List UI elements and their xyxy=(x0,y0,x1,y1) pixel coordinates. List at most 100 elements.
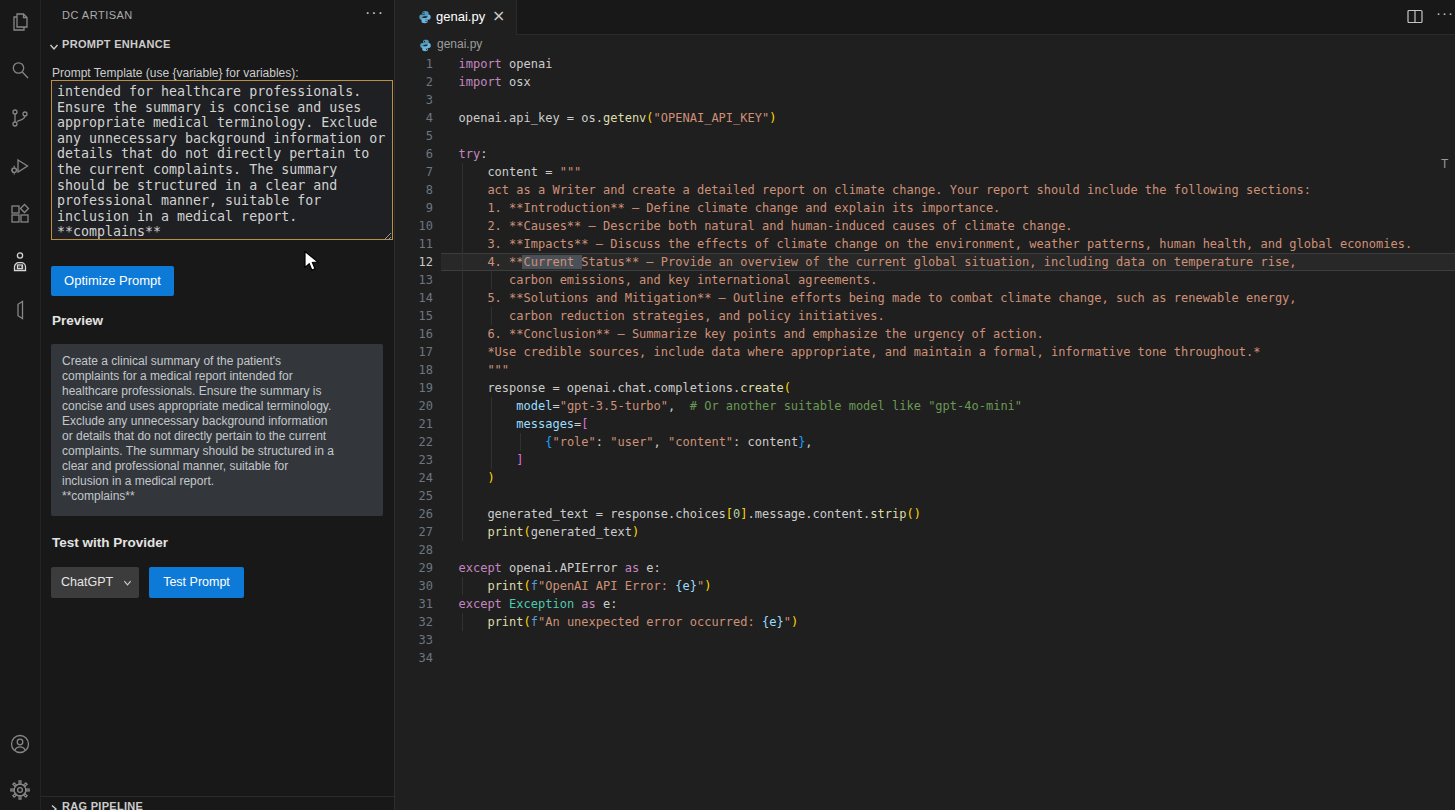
provider-select[interactable]: ChatGPT xyxy=(51,567,139,598)
code-line[interactable]: 15 carbon reduction strategies, and poli… xyxy=(396,307,1455,325)
code-line[interactable]: 31except Exception as e: xyxy=(396,595,1455,613)
code-line[interactable]: 14 5. **Solutions and Mitigation** – Out… xyxy=(396,289,1455,307)
code-line[interactable]: 12 4. **Current Status** – Provide an ov… xyxy=(396,253,1455,271)
more-actions-icon[interactable]: ··· xyxy=(1436,4,1454,21)
line-number[interactable]: 25 xyxy=(396,487,433,505)
close-icon[interactable]: × xyxy=(492,6,505,25)
settings-gear-icon[interactable] xyxy=(8,778,32,802)
code-line[interactable]: 16 6. **Conclusion** – Summarize key poi… xyxy=(396,325,1455,343)
code-line[interactable]: 21 messages=[ xyxy=(396,415,1455,433)
account-icon[interactable] xyxy=(8,732,32,756)
line-number[interactable]: 6 xyxy=(396,145,433,163)
line-number[interactable]: 18 xyxy=(396,361,433,379)
code-line[interactable]: 33 xyxy=(396,631,1455,649)
line-number[interactable]: 20 xyxy=(396,397,433,415)
code-token: response = openai.chat.completions. xyxy=(459,381,741,395)
code-line[interactable]: 2import osx xyxy=(396,73,1455,91)
code-token: act as a Writer and create a detailed re… xyxy=(459,183,1312,197)
line-number[interactable]: 33 xyxy=(396,631,433,649)
sidebar-more-actions-icon[interactable]: ··· xyxy=(365,4,384,22)
split-editor-icon[interactable] xyxy=(1407,9,1423,28)
section-header-prompt-enhance[interactable]: PROMPT ENHANCE xyxy=(62,38,171,50)
code-line[interactable]: 4openai.api_key = os.getenv("OPENAI_API_… xyxy=(396,109,1455,127)
code-line[interactable]: 22 {"role": "user", "content": content}, xyxy=(396,433,1455,451)
line-number[interactable]: 30 xyxy=(396,577,433,595)
resize-handle-icon[interactable] xyxy=(381,227,392,238)
line-number[interactable]: 12 xyxy=(396,253,433,271)
line-number[interactable]: 31 xyxy=(396,595,433,613)
line-number[interactable]: 3 xyxy=(396,91,433,109)
code-line[interactable]: 19 response = openai.chat.completions.cr… xyxy=(396,379,1455,397)
line-number[interactable]: 29 xyxy=(396,559,433,577)
line-number[interactable]: 13 xyxy=(396,271,433,289)
overflow-text: T xyxy=(1441,157,1448,171)
code-line[interactable]: 20 model="gpt-3.5-turbo", # Or another s… xyxy=(396,397,1455,415)
code-editor[interactable]: 1import openai2import osx34openai.api_ke… xyxy=(396,55,1455,667)
line-number[interactable]: 15 xyxy=(396,307,433,325)
code-line[interactable]: 29except openai.APIError as e: xyxy=(396,559,1455,577)
code-token: openai.APIError xyxy=(502,561,625,575)
line-number[interactable]: 4 xyxy=(396,109,433,127)
line-number[interactable]: 28 xyxy=(396,541,433,559)
code-line[interactable]: 25 xyxy=(396,487,1455,505)
prompt-library-icon[interactable] xyxy=(8,298,32,322)
code-line[interactable]: 3 xyxy=(396,91,1455,109)
search-icon[interactable] xyxy=(8,58,32,82)
code-line[interactable]: 34 xyxy=(396,649,1455,667)
line-number[interactable]: 32 xyxy=(396,613,433,631)
line-number[interactable]: 26 xyxy=(396,505,433,523)
line-number[interactable]: 24 xyxy=(396,469,433,487)
run-debug-icon[interactable] xyxy=(8,154,32,178)
optimize-prompt-button[interactable]: Optimize Prompt xyxy=(51,266,174,296)
line-number[interactable]: 19 xyxy=(396,379,433,397)
code-line[interactable]: 9 1. **Introduction** – Define climate c… xyxy=(396,199,1455,217)
code-line[interactable]: 32 print(f"An unexpected error occurred:… xyxy=(396,613,1455,631)
code-line[interactable]: 13 carbon emissions, and key internation… xyxy=(396,271,1455,289)
test-prompt-button[interactable]: Test Prompt xyxy=(149,567,244,598)
code-line[interactable]: 30 print(f"OpenAI API Error: {e}") xyxy=(396,577,1455,595)
line-number[interactable]: 1 xyxy=(396,55,433,73)
code-line[interactable]: 8 act as a Writer and create a detailed … xyxy=(396,181,1455,199)
line-number[interactable]: 16 xyxy=(396,325,433,343)
code-line[interactable]: 11 3. **Impacts** – Discuss the effects … xyxy=(396,235,1455,253)
code-line[interactable]: 7 content = """ xyxy=(396,163,1455,181)
code-line[interactable]: 5 xyxy=(396,127,1455,145)
line-number[interactable]: 7 xyxy=(396,163,433,181)
line-number[interactable]: 17 xyxy=(396,343,433,361)
code-line[interactable]: 1import openai xyxy=(396,55,1455,73)
code-token: as xyxy=(625,561,639,575)
code-line[interactable]: 6try: xyxy=(396,145,1455,163)
code-line[interactable]: 18 """ xyxy=(396,361,1455,379)
code-line[interactable]: 27 print(generated_text) xyxy=(396,523,1455,541)
line-number[interactable]: 9 xyxy=(396,199,433,217)
line-number[interactable]: 21 xyxy=(396,415,433,433)
code-token: try xyxy=(459,147,481,161)
line-number[interactable]: 8 xyxy=(396,181,433,199)
code-line[interactable]: 23 ] xyxy=(396,451,1455,469)
tab-genai-py[interactable]: genai.py × xyxy=(396,0,517,35)
code-token: e: xyxy=(639,561,661,575)
line-number[interactable]: 14 xyxy=(396,289,433,307)
code-line[interactable]: 28 xyxy=(396,541,1455,559)
artisan-icon[interactable] xyxy=(8,250,32,274)
section-header-rag-pipeline[interactable]: RAG PIPELINE xyxy=(41,796,394,810)
code-line[interactable]: 17 *Use credible sources, include data w… xyxy=(396,343,1455,361)
source-control-icon[interactable] xyxy=(8,106,32,130)
line-number[interactable]: 27 xyxy=(396,523,433,541)
prompt-template-input[interactable]: intended for healthcare professionals. E… xyxy=(51,80,393,240)
line-number[interactable]: 22 xyxy=(396,433,433,451)
line-number[interactable]: 10 xyxy=(396,217,433,235)
code-token: e: xyxy=(596,597,618,611)
code-token: "user" xyxy=(610,435,653,449)
line-number[interactable]: 23 xyxy=(396,451,433,469)
line-number[interactable]: 11 xyxy=(396,235,433,253)
line-number[interactable]: 2 xyxy=(396,73,433,91)
code-line[interactable]: 26 generated_text = response.choices[0].… xyxy=(396,505,1455,523)
files-icon[interactable] xyxy=(8,10,32,34)
line-number[interactable]: 34 xyxy=(396,649,433,667)
code-line[interactable]: 10 2. **Causes** – Describe both natural… xyxy=(396,217,1455,235)
line-number[interactable]: 5 xyxy=(396,127,433,145)
extensions-icon[interactable] xyxy=(8,202,32,226)
code-line[interactable]: 24 ) xyxy=(396,469,1455,487)
code-text: model="gpt-3.5-turbo", # Or another suit… xyxy=(459,397,1023,415)
